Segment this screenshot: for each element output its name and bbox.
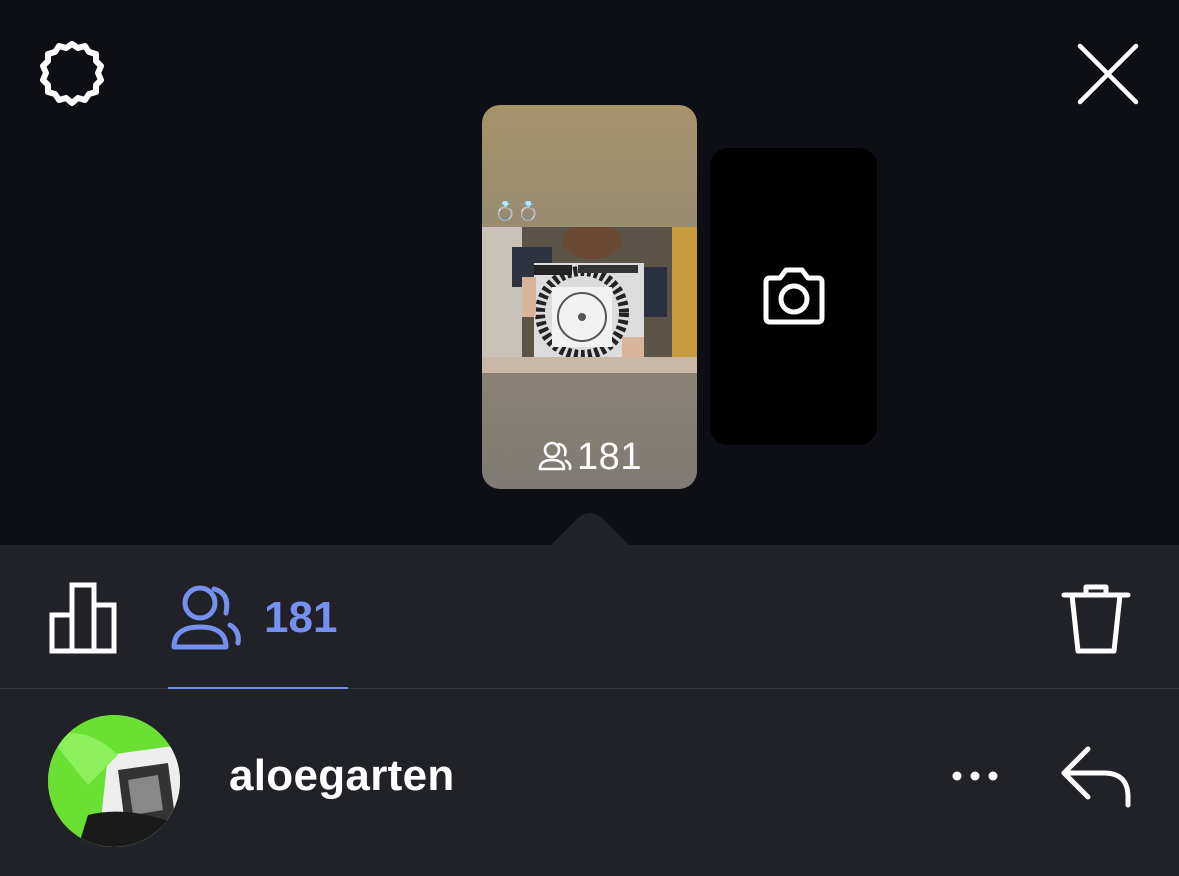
reply-button[interactable] (1056, 743, 1136, 809)
viewers-icon (171, 585, 241, 650)
tab-viewers[interactable]: 181 (168, 581, 348, 655)
viewer-username[interactable]: aloegarten (229, 751, 455, 801)
story-viewer-count: 181 (482, 435, 697, 479)
gear-icon (40, 41, 104, 106)
reply-icon (1061, 746, 1131, 808)
bar-chart-icon (49, 582, 117, 654)
add-story-button[interactable] (710, 148, 877, 445)
viewers-tab-count: 181 (264, 593, 338, 642)
close-button[interactable] (1072, 38, 1144, 110)
story-preview-area: 💍💍 181 (0, 0, 1179, 546)
avatar[interactable] (48, 715, 180, 847)
trash-icon (1061, 584, 1131, 654)
stats-toolbar: 181 (0, 545, 1179, 689)
selection-pointer (550, 513, 630, 546)
viewers-icon (538, 441, 572, 471)
story-thumbnail[interactable]: 💍💍 181 (482, 105, 697, 489)
delete-story-button[interactable] (1060, 581, 1132, 657)
story-viewer-count-value: 181 (577, 435, 642, 478)
more-options-button[interactable] (945, 761, 1005, 791)
close-icon (1077, 43, 1139, 105)
insights-button[interactable] (44, 581, 124, 655)
camera-icon (763, 267, 825, 325)
story-photo (482, 227, 697, 373)
viewer-list-item[interactable]: aloegarten (0, 689, 1179, 876)
story-emoji-sticker: 💍💍 (494, 201, 541, 221)
more-icon (952, 771, 998, 781)
settings-button[interactable] (36, 38, 108, 110)
story-stats-panel: 181 aloegarten (0, 545, 1179, 876)
